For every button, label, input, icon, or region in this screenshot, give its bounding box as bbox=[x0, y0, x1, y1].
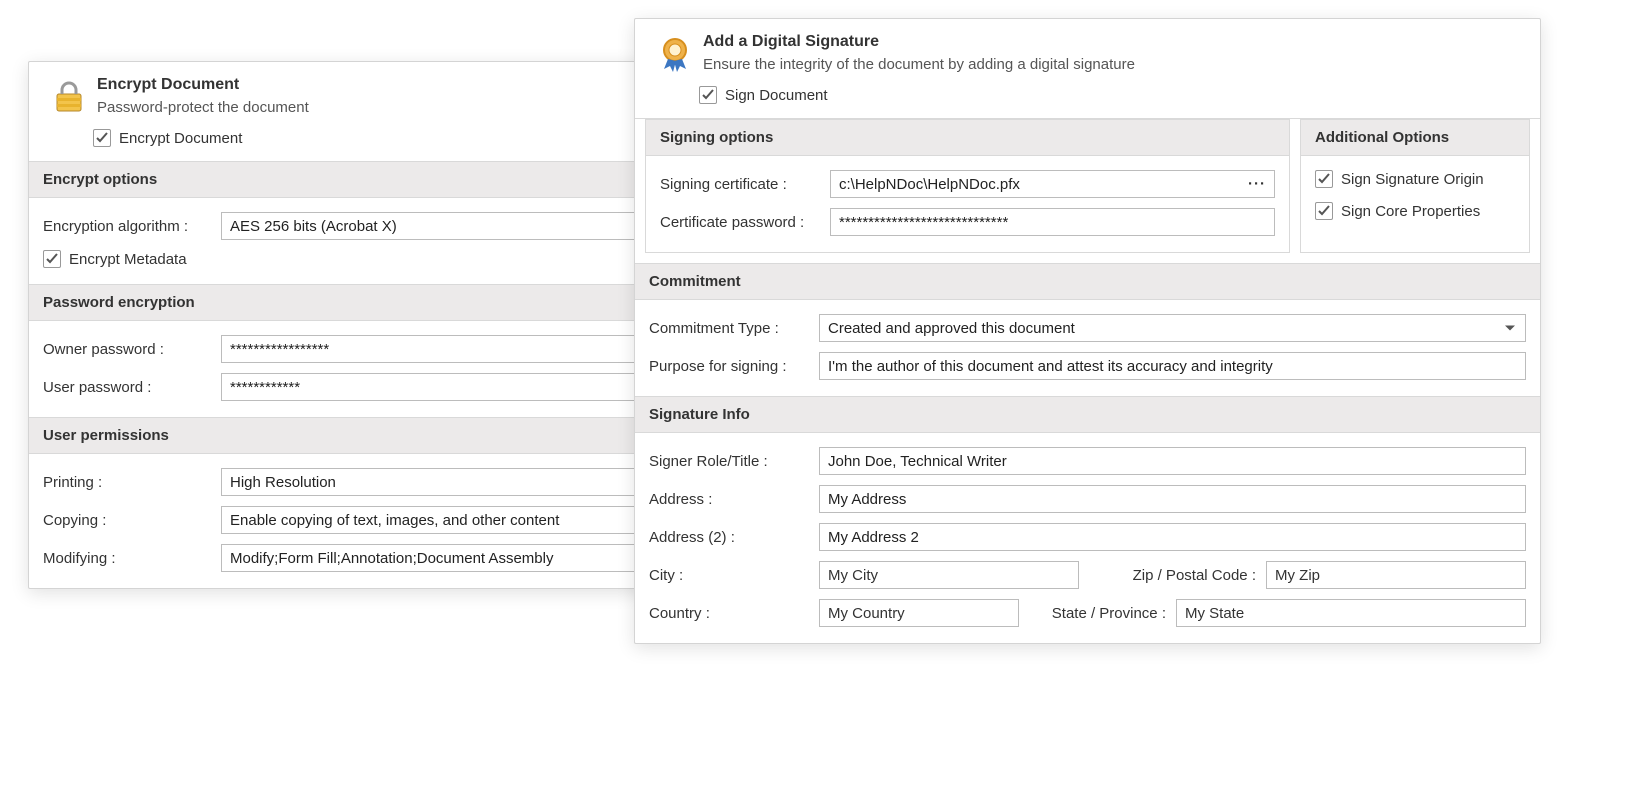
section-header: Signing options bbox=[646, 120, 1289, 156]
signing-certificate-label: Signing certificate : bbox=[660, 176, 830, 193]
encrypt-document-checkbox[interactable] bbox=[93, 129, 111, 147]
signature-info-section: Signature Info Signer Role/Title : John … bbox=[635, 396, 1540, 643]
address2-label: Address (2) : bbox=[649, 529, 819, 546]
address-input[interactable]: My Address bbox=[819, 485, 1526, 513]
additional-options-section: Additional Options Sign Signature Origin… bbox=[1300, 119, 1530, 253]
country-label: Country : bbox=[649, 605, 819, 622]
modifying-label: Modifying : bbox=[43, 550, 221, 567]
signer-role-label: Signer Role/Title : bbox=[649, 453, 819, 470]
signing-options-section: Signing options Signing certificate : c:… bbox=[645, 119, 1290, 253]
sign-signature-origin-label: Sign Signature Origin bbox=[1341, 171, 1484, 188]
lock-icon bbox=[47, 75, 91, 119]
address-label: Address : bbox=[649, 491, 819, 508]
ribbon-seal-icon bbox=[653, 32, 697, 76]
encrypt-document-checkbox-label: Encrypt Document bbox=[119, 130, 242, 147]
sign-document-toggle-row: Sign Document bbox=[699, 86, 1540, 104]
panel-subtitle: Ensure the integrity of the document by … bbox=[703, 55, 1135, 75]
zip-input[interactable]: My Zip bbox=[1266, 561, 1526, 589]
city-input[interactable]: My City bbox=[819, 561, 1079, 589]
signer-role-input[interactable]: John Doe, Technical Writer bbox=[819, 447, 1526, 475]
owner-password-label: Owner password : bbox=[43, 341, 221, 358]
state-label: State / Province : bbox=[1052, 605, 1166, 622]
encryption-algorithm-value: AES 256 bits (Acrobat X) bbox=[230, 218, 397, 235]
state-input[interactable]: My State bbox=[1176, 599, 1526, 627]
purpose-label: Purpose for signing : bbox=[649, 358, 819, 375]
city-label: City : bbox=[649, 567, 819, 584]
panel-subtitle: Password-protect the document bbox=[97, 98, 309, 118]
country-input[interactable]: My Country bbox=[819, 599, 1019, 627]
user-password-label: User password : bbox=[43, 379, 221, 396]
zip-label: Zip / Postal Code : bbox=[1133, 567, 1256, 584]
certificate-password-input[interactable]: ***************************** bbox=[830, 208, 1275, 236]
panel-title: Add a Digital Signature bbox=[703, 32, 1135, 53]
commitment-type-select[interactable]: Created and approved this document bbox=[819, 314, 1526, 342]
sign-core-properties-label: Sign Core Properties bbox=[1341, 203, 1480, 220]
signature-header: Add a Digital Signature Ensure the integ… bbox=[635, 19, 1540, 76]
encryption-algorithm-label: Encryption algorithm : bbox=[43, 218, 221, 235]
panel-title: Encrypt Document bbox=[97, 75, 309, 96]
section-header: Commitment bbox=[635, 264, 1540, 300]
digital-signature-panel: Add a Digital Signature Ensure the integ… bbox=[634, 18, 1541, 644]
browse-icon[interactable]: ··· bbox=[1248, 176, 1266, 193]
address2-input[interactable]: My Address 2 bbox=[819, 523, 1526, 551]
commitment-type-label: Commitment Type : bbox=[649, 320, 819, 337]
printing-label: Printing : bbox=[43, 474, 221, 491]
commitment-section: Commitment Commitment Type : Created and… bbox=[635, 263, 1540, 396]
certificate-password-label: Certificate password : bbox=[660, 214, 830, 231]
section-header: Additional Options bbox=[1301, 120, 1529, 156]
signing-certificate-input[interactable]: c:\HelpNDoc\HelpNDoc.pfx ··· bbox=[830, 170, 1275, 198]
copying-label: Copying : bbox=[43, 512, 221, 529]
purpose-input[interactable]: I'm the author of this document and atte… bbox=[819, 352, 1526, 380]
sign-signature-origin-checkbox[interactable] bbox=[1315, 170, 1333, 188]
sign-document-checkbox[interactable] bbox=[699, 86, 717, 104]
sign-core-properties-checkbox[interactable] bbox=[1315, 202, 1333, 220]
encrypt-metadata-checkbox[interactable] bbox=[43, 250, 61, 268]
sign-document-checkbox-label: Sign Document bbox=[725, 87, 828, 104]
encrypt-metadata-label: Encrypt Metadata bbox=[69, 251, 187, 268]
section-header: Signature Info bbox=[635, 397, 1540, 433]
